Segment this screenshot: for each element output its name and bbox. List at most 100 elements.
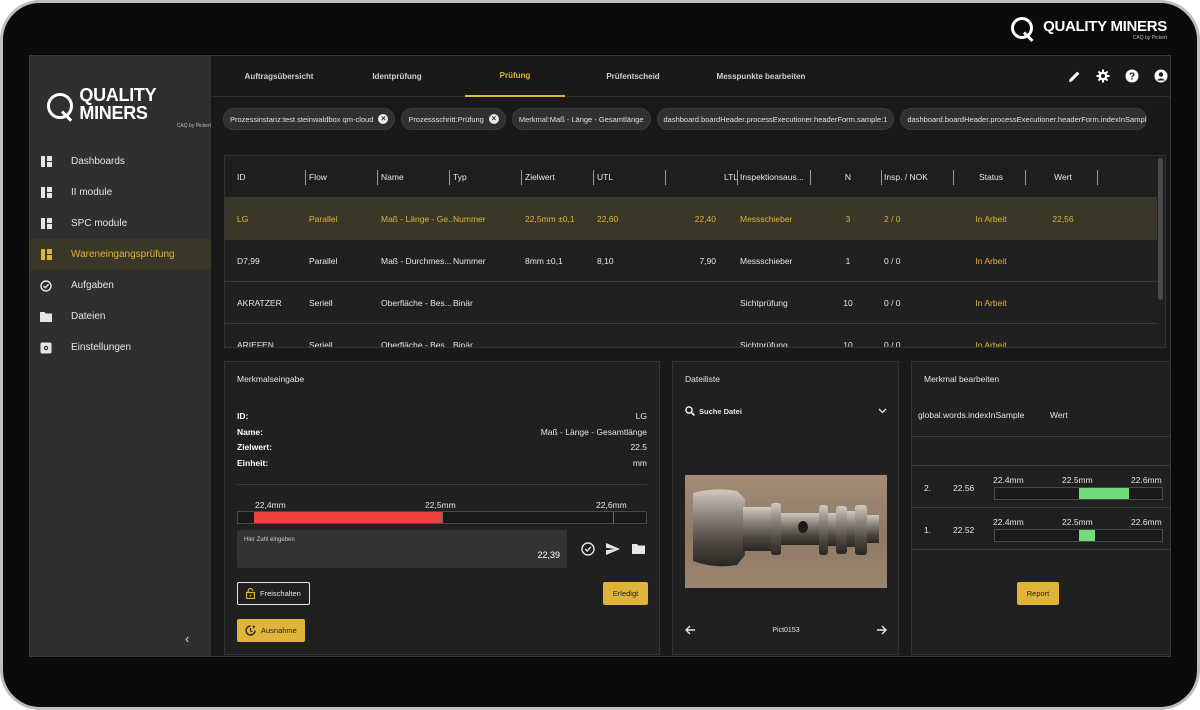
button-label: Freischalten [260, 589, 301, 598]
tab-label: Identprüfung [372, 72, 422, 81]
divider [912, 549, 1170, 550]
dashboard-icon [40, 187, 52, 199]
column-header[interactable]: Inspektionsaus... [740, 156, 812, 198]
exception-button[interactable]: Ausnahme [237, 619, 305, 642]
column-header[interactable]: N [813, 156, 883, 198]
sidebar-item-dashboards[interactable]: Dashboards [30, 146, 211, 177]
table-row[interactable]: 2. 22.56 22.4mm 22.5mm 22.6mm [912, 465, 1170, 507]
cell-n: 10 [843, 298, 853, 308]
part-photo[interactable] [685, 475, 887, 588]
column-header[interactable]: Wert [1028, 156, 1098, 198]
tab-pruefung[interactable]: Prüfung [465, 56, 565, 97]
column-header[interactable]: UTL [597, 156, 613, 198]
chip-sample[interactable]: dashboard.boardHeader.processExecutioner… [656, 108, 895, 130]
chevron-down-icon[interactable] [878, 408, 887, 414]
table-row[interactable]: 1. 22.52 22.4mm 22.5mm 22.6mm [912, 507, 1170, 549]
column-header[interactable]: Name [381, 156, 404, 198]
tab-auftragsuebersicht[interactable]: Auftragsübersicht [229, 56, 329, 97]
sidebar-item-aufgaben[interactable]: Aufgaben [30, 270, 211, 301]
range-target-label: 22.5mm [1062, 517, 1093, 527]
cell-wert [1028, 240, 1098, 282]
column-header[interactable]: Typ [453, 156, 467, 198]
sidebar-nav: Dashboards II module SPC module Warenein… [30, 146, 211, 363]
range-low-label: 22,4mm [255, 500, 286, 510]
cell-ltl [667, 282, 716, 324]
sidebar-item-dateien[interactable]: Dateien [30, 301, 211, 332]
table-row[interactable]: AKRATZER Seriell Oberfläche - Bes... Bin… [225, 282, 1157, 324]
table-header-row: ID Flow Name Typ Zielwert UTL LTL Inspek… [225, 156, 1157, 198]
column-header[interactable]: ID [237, 156, 246, 198]
folder-icon [40, 311, 52, 323]
sidebar-item-spc-module[interactable]: SPC module [30, 208, 211, 239]
close-icon[interactable]: × [378, 114, 389, 124]
sidebar-item-label: II module [71, 187, 113, 198]
header-actions: ? [1067, 69, 1168, 83]
table-row[interactable]: ARIEFEN Seriell Oberfläche - Bes... Binä… [225, 324, 1157, 348]
sidebar-item-ii-module[interactable]: II module [30, 177, 211, 208]
gear-icon[interactable] [1096, 69, 1110, 83]
sidebar-logo[interactable]: QUALITY MINERS CAQ by Pickert [47, 86, 211, 129]
account-icon[interactable] [1154, 69, 1168, 83]
tab-identpruefung[interactable]: Identprüfung [347, 56, 447, 97]
cell-insp-nok: 0 / 0 [884, 298, 901, 308]
folder-icon[interactable] [632, 543, 645, 557]
cell-utl: 8,10 [597, 256, 614, 266]
chip-index-in-sample[interactable]: dashboard.boardHeader.processExecutioner… [900, 108, 1148, 130]
collapse-sidebar-chevron-left-icon[interactable]: ‹ [185, 631, 189, 646]
image-name: Pict0153 [772, 626, 800, 634]
brand-subtitle: CAQ by Pickert [1132, 35, 1167, 41]
pencil-icon[interactable] [1067, 69, 1081, 83]
send-icon[interactable] [606, 543, 620, 558]
cell-flow: Seriell [309, 340, 333, 348]
field-label: Zielwert: [237, 442, 272, 452]
table-scrollbar[interactable] [1158, 158, 1163, 300]
field-value: Maß - Länge - Gesamtlänge [540, 427, 647, 437]
tab-pruefentscheid[interactable]: Prüfentscheid [583, 56, 683, 97]
table-row[interactable]: D7,99 Parallel Maß - Durchmes... Nummer … [225, 240, 1157, 282]
chip-merkmal[interactable]: Merkmal:Maß - Länge - Gesamtlänge [511, 108, 651, 130]
tab-label: Auftragsübersicht [244, 72, 314, 81]
tab-messpunkte-bearbeiten[interactable]: Messpunkte bearbeiten [701, 56, 821, 97]
top-nav-bar: Auftragsübersicht Identprüfung Prüfung P… [211, 56, 1170, 97]
sample-index: 1. [924, 525, 932, 535]
column-header[interactable]: LTL [667, 156, 738, 198]
table-row[interactable]: LG Parallel Maß - Länge - Ge... Nummer 2… [225, 198, 1157, 240]
merkmalseingabe-panel: Merkmalseingabe ID: LG Name: Maß - Länge -… [224, 361, 660, 655]
sample-value: 22.56 [953, 483, 975, 493]
unlock-button[interactable]: Freischalten [237, 582, 310, 605]
tab-label: Messpunkte bearbeiten [716, 72, 806, 81]
sidebar: QUALITY MINERS CAQ by Pickert Dashboards… [30, 56, 211, 656]
arrow-right-icon[interactable] [876, 625, 887, 635]
measurement-input[interactable]: Hier Zahl eingeben 22,39 [237, 530, 567, 568]
chip-label: dashboard.boardHeader.processExecutioner… [907, 114, 1147, 124]
help-icon[interactable]: ? [1125, 69, 1139, 83]
field-value: LG [635, 411, 647, 421]
merkmal-table: ID Flow Name Typ Zielwert UTL LTL Inspek… [224, 155, 1166, 348]
sidebar-item-einstellungen[interactable]: Einstellungen [30, 332, 211, 363]
column-header[interactable]: Insp. / NOK [884, 156, 928, 198]
done-button[interactable]: Erledigt [603, 582, 648, 605]
cell-ltl: 22,40 [694, 214, 716, 224]
column-header[interactable]: Flow [309, 156, 327, 198]
range-high-label: 22.6mm [1131, 517, 1162, 527]
column-header[interactable]: Zielwert [525, 156, 555, 198]
cell-name: Maß - Länge - Ge... [381, 214, 453, 224]
cell-typ: Binär [453, 340, 473, 348]
chip-prozessschritt[interactable]: Prozessschritt:Prüfung × [401, 108, 506, 130]
cell-insp-nok: 0 / 0 [884, 340, 901, 348]
cell-name: Maß - Durchmes... [381, 256, 452, 266]
button-label: Ausnahme [261, 626, 297, 635]
close-icon[interactable]: × [488, 114, 499, 124]
chip-prozessinstanz[interactable]: Prozessinstanz:test steinwaldbox qm-clou… [223, 108, 396, 130]
field-label: Name: [237, 427, 263, 437]
sidebar-item-wareneingangspruefung[interactable]: Wareneingangsprüfung [30, 239, 211, 270]
quality-miners-logo-icon [47, 92, 73, 123]
check-circle-icon[interactable] [581, 542, 595, 559]
file-search[interactable]: Suche Datei [685, 406, 887, 416]
chip-label: Merkmal:Maß - Länge - Gesamtlänge [518, 114, 644, 124]
report-button[interactable]: Report [1017, 582, 1059, 605]
arrow-left-icon[interactable] [685, 625, 696, 635]
sidebar-item-label: Einstellungen [71, 342, 132, 353]
cell-status: In Arbeit [975, 256, 1007, 266]
column-header[interactable]: Status [956, 156, 1026, 198]
